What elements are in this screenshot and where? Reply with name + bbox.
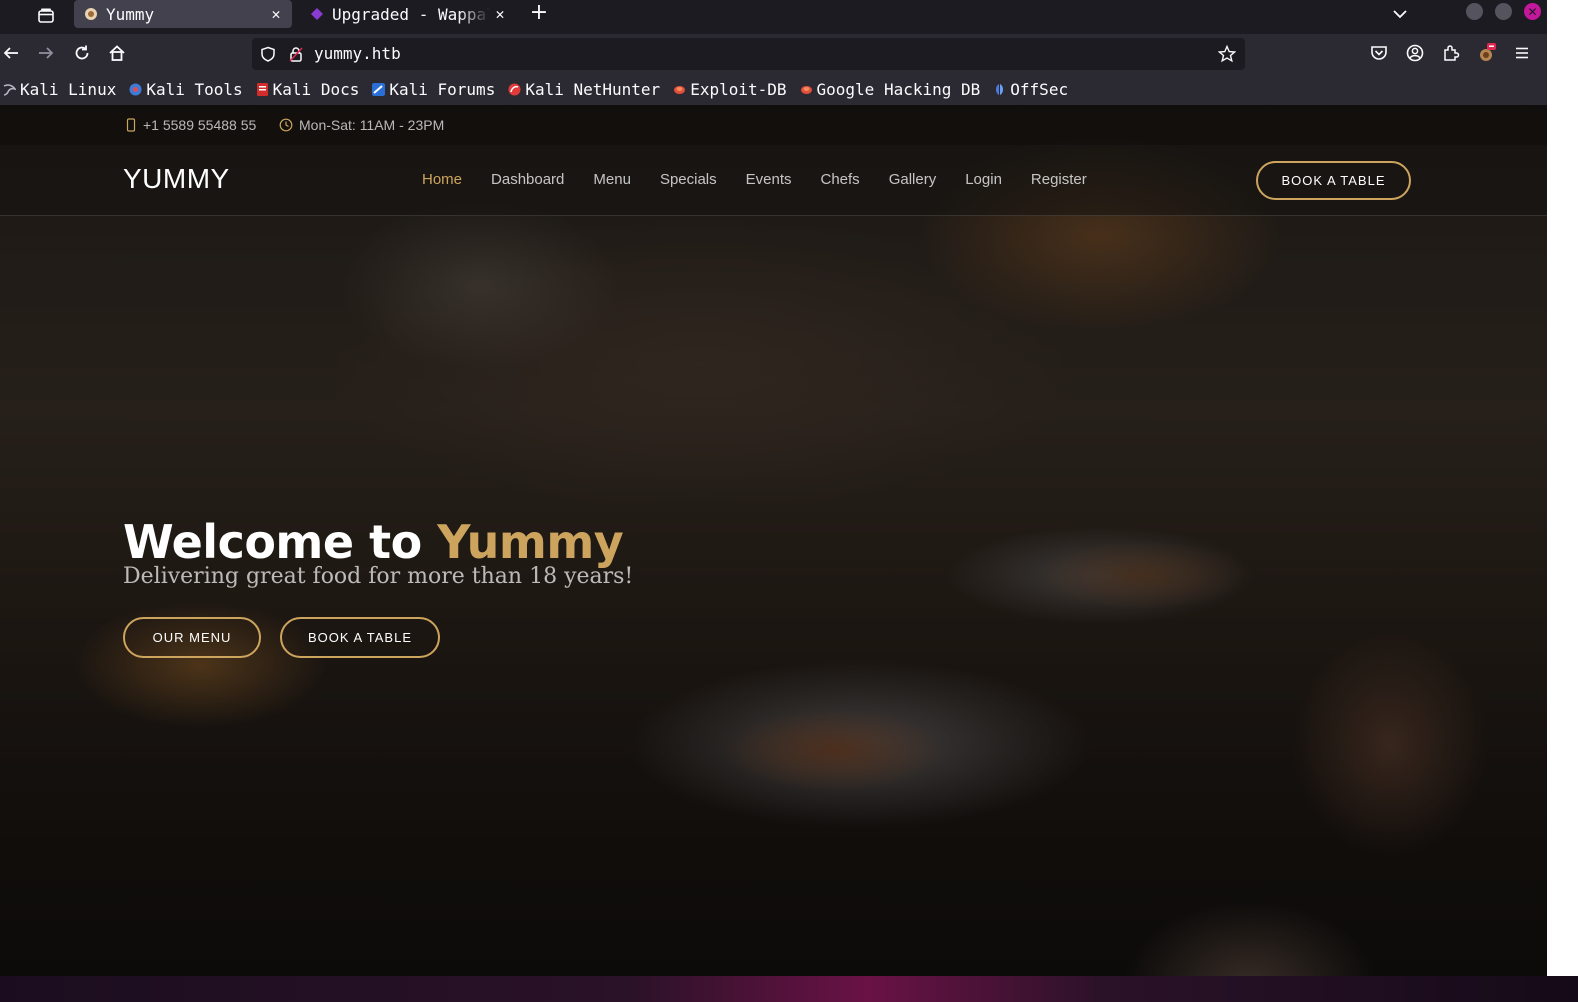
opening-hours: Mon-Sat: 11AM - 23PM bbox=[299, 117, 445, 133]
nav-link-register[interactable]: Register bbox=[1031, 171, 1087, 188]
kali-dragon-icon bbox=[3, 84, 16, 96]
exploit-db-icon bbox=[674, 86, 686, 94]
hero-subtitle: Delivering great food for more than 18 y… bbox=[123, 564, 634, 590]
clock-icon bbox=[279, 118, 293, 132]
new-tab-button[interactable]: + bbox=[526, 1, 552, 27]
bookmark-offsec[interactable]: OffSec bbox=[993, 80, 1068, 99]
desktop-background bbox=[0, 976, 1578, 1002]
main-nav: Home Dashboard Menu Specials Events Chef… bbox=[422, 171, 1116, 188]
wappalyzer-extension-icon[interactable] bbox=[1476, 42, 1498, 64]
bookmark-kali-tools[interactable]: Kali Tools bbox=[129, 80, 243, 99]
bookmark-label: Kali Docs bbox=[272, 80, 360, 99]
bookmark-kali-nethunter[interactable]: Kali NetHunter bbox=[508, 80, 660, 99]
bookmarks-toolbar: Kali Linux Kali Tools Kali Docs Kali For… bbox=[0, 74, 1547, 105]
bookmark-label: Kali Forums bbox=[389, 80, 496, 99]
tab-list-icon[interactable] bbox=[32, 2, 60, 30]
book-table-button[interactable]: BOOK A TABLE bbox=[1256, 161, 1411, 200]
hero-title-brand: Yummy bbox=[437, 515, 624, 569]
account-icon[interactable] bbox=[1404, 42, 1426, 64]
minimize-button[interactable] bbox=[1466, 3, 1483, 20]
hero-actions: OUR MENU BOOK A TABLE bbox=[123, 617, 633, 659]
site-header: YUMMY Home Dashboard Menu Specials Event… bbox=[0, 145, 1547, 216]
reload-icon[interactable] bbox=[71, 42, 93, 64]
wappalyzer-favicon-icon bbox=[311, 8, 323, 20]
bookmark-google-hacking-db[interactable]: Google Hacking DB bbox=[800, 80, 981, 99]
tab-title: Yummy bbox=[106, 4, 155, 24]
phone-info: +1 5589 55488 55 bbox=[125, 117, 256, 133]
hero-title: Welcome to Yummy bbox=[123, 515, 633, 570]
nav-link-menu[interactable]: Menu bbox=[593, 171, 631, 188]
bookmark-kali-docs[interactable]: Kali Docs bbox=[256, 80, 360, 99]
contact-topbar: +1 5589 55488 55 Mon-Sat: 11AM - 23PM bbox=[0, 105, 1547, 145]
phone-number: +1 5589 55488 55 bbox=[143, 117, 257, 133]
tab-wappalyzer[interactable]: Upgraded - Wappal ✕ bbox=[300, 0, 516, 28]
kali-forums-icon bbox=[372, 83, 386, 96]
nav-link-events[interactable]: Events bbox=[746, 171, 792, 188]
tab-bar: Yummy ✕ Upgraded - Wappal ✕ + ✕ bbox=[0, 0, 1547, 34]
bookmark-label: OffSec bbox=[1010, 80, 1069, 99]
bookmark-kali-linux[interactable]: Kali Linux bbox=[3, 80, 116, 99]
yummy-favicon-icon bbox=[85, 8, 97, 20]
chevron-down-icon[interactable] bbox=[1390, 4, 1410, 24]
site-logo[interactable]: YUMMY bbox=[123, 163, 230, 195]
hamburger-menu-icon[interactable] bbox=[1511, 42, 1533, 64]
bookmark-label: Kali NetHunter bbox=[525, 80, 661, 99]
url-text[interactable]: yummy.htb bbox=[314, 44, 401, 63]
bookmark-label: Kali Linux bbox=[20, 80, 117, 99]
window-edge bbox=[1547, 0, 1578, 976]
bookmark-star-icon[interactable] bbox=[1218, 45, 1236, 63]
close-window-button[interactable]: ✕ bbox=[1524, 3, 1541, 20]
nav-link-login[interactable]: Login bbox=[965, 171, 1002, 188]
back-icon[interactable] bbox=[0, 42, 22, 64]
maximize-button[interactable] bbox=[1495, 3, 1512, 20]
bookmark-kali-forums[interactable]: Kali Forums bbox=[372, 80, 495, 99]
hours-info: Mon-Sat: 11AM - 23PM bbox=[279, 117, 444, 133]
hero-title-prefix: Welcome to bbox=[123, 515, 438, 569]
forward-icon[interactable] bbox=[35, 42, 57, 64]
nav-link-home[interactable]: Home bbox=[422, 171, 462, 188]
phone-icon bbox=[126, 118, 136, 132]
pocket-icon[interactable] bbox=[1368, 42, 1390, 64]
bookmark-label: Kali Tools bbox=[146, 80, 243, 99]
bookmark-exploit-db[interactable]: Exploit-DB bbox=[673, 80, 787, 99]
tab-title: Upgraded - Wappal bbox=[332, 4, 490, 24]
close-tab-icon[interactable]: ✕ bbox=[490, 5, 510, 23]
nav-link-specials[interactable]: Specials bbox=[660, 171, 717, 188]
kali-docs-icon bbox=[256, 83, 268, 96]
nav-link-chefs[interactable]: Chefs bbox=[821, 171, 860, 188]
tab-yummy[interactable]: Yummy ✕ bbox=[74, 0, 292, 28]
close-tab-icon[interactable]: ✕ bbox=[266, 5, 286, 23]
kali-tools-icon bbox=[129, 83, 142, 96]
hero-book-table-button[interactable]: BOOK A TABLE bbox=[280, 617, 440, 659]
home-icon[interactable] bbox=[106, 42, 128, 64]
offsec-icon bbox=[996, 84, 1004, 95]
insecure-lock-icon[interactable] bbox=[288, 46, 304, 62]
tracking-shield-icon[interactable] bbox=[260, 46, 276, 62]
nav-link-gallery[interactable]: Gallery bbox=[889, 171, 937, 188]
extensions-icon[interactable] bbox=[1440, 42, 1462, 64]
bookmark-label: Exploit-DB bbox=[690, 80, 787, 99]
hero-section: Welcome to Yummy Delivering great food f… bbox=[123, 515, 634, 659]
ghdb-icon bbox=[800, 86, 812, 94]
navigation-toolbar: yummy.htb bbox=[0, 34, 1547, 74]
nav-link-dashboard[interactable]: Dashboard bbox=[491, 171, 564, 188]
our-menu-button[interactable]: OUR MENU bbox=[123, 617, 261, 659]
bookmark-label: Google Hacking DB bbox=[816, 80, 981, 99]
url-bar[interactable]: yummy.htb bbox=[252, 38, 1245, 70]
web-page: +1 5589 55488 55 Mon-Sat: 11AM - 23PM YU… bbox=[0, 105, 1547, 976]
nethunter-icon bbox=[508, 83, 521, 96]
